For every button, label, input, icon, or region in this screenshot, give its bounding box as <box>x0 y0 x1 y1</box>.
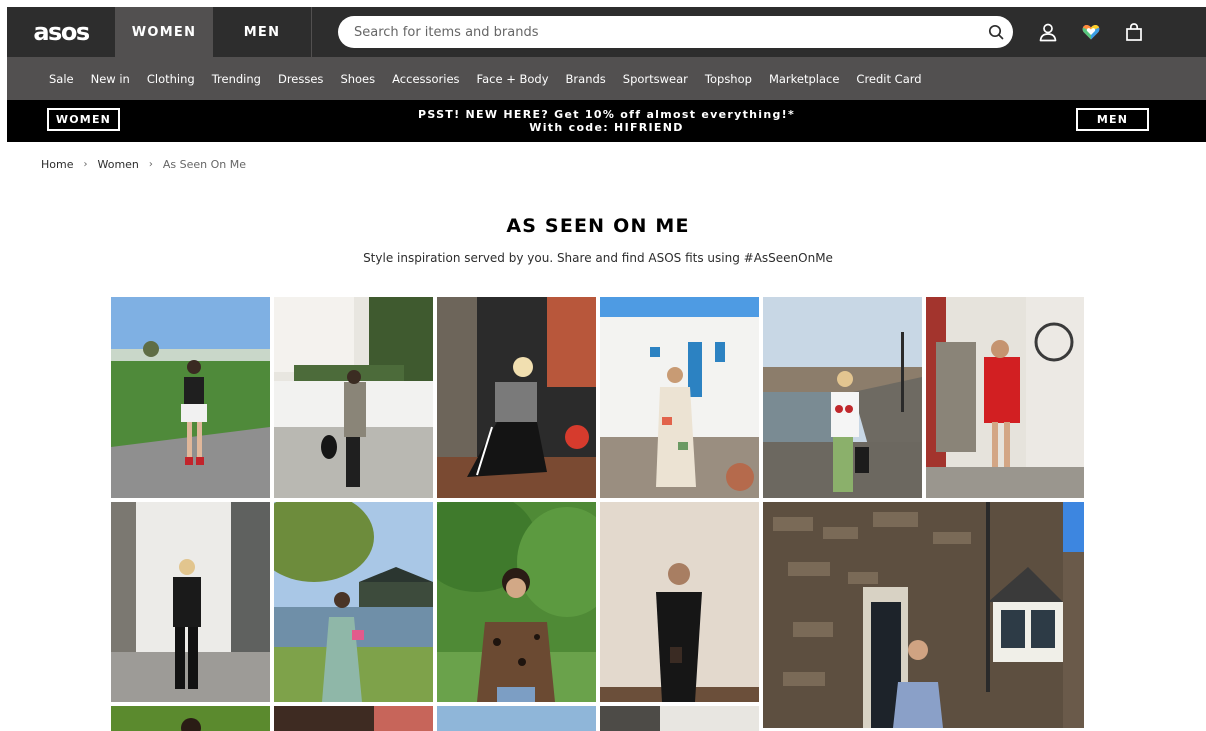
outfit-photo <box>600 297 759 498</box>
nav-item-credit-card[interactable]: Credit Card <box>856 72 921 86</box>
nav-item-sportswear[interactable]: Sportswear <box>623 72 688 86</box>
photo-tile[interactable] <box>274 502 433 702</box>
search-icon[interactable] <box>988 24 1004 40</box>
outfit-photo <box>763 297 922 498</box>
nav-item-brands[interactable]: Brands <box>566 72 606 86</box>
nav-item-accessories[interactable]: Accessories <box>392 72 459 86</box>
promo-men-button[interactable]: MEN <box>1076 108 1149 131</box>
promo-line-2: With code: HIFRIEND <box>529 121 684 134</box>
outfit-photo <box>926 297 1084 498</box>
outfit-photo <box>274 502 433 702</box>
nav-item-sale[interactable]: Sale <box>49 72 74 86</box>
outfit-photo <box>111 706 270 731</box>
outfit-photo <box>437 706 596 731</box>
nav-item-trending[interactable]: Trending <box>212 72 261 86</box>
nav-item-marketplace[interactable]: Marketplace <box>769 72 839 86</box>
search-bar <box>338 16 1013 48</box>
outfit-photo <box>111 502 270 702</box>
photo-tile[interactable] <box>111 706 270 731</box>
breadcrumb-women[interactable]: Women <box>97 158 138 171</box>
nav-item-dresses[interactable]: Dresses <box>278 72 323 86</box>
breadcrumb-chevron-icon: › <box>148 159 153 170</box>
outfit-photo <box>600 502 759 702</box>
breadcrumb: Home › Women › As Seen On Me <box>41 158 246 171</box>
outfit-photo <box>437 297 596 498</box>
outfit-photo <box>274 297 433 498</box>
photo-tile[interactable] <box>437 706 596 731</box>
promo-line-1: PSST! NEW HERE? Get 10% off almost every… <box>417 108 796 121</box>
breadcrumb-chevron-icon: › <box>83 159 88 170</box>
outfit-photo <box>274 706 433 731</box>
search-input[interactable] <box>352 23 976 41</box>
tab-women[interactable]: WOMEN <box>115 7 213 57</box>
photo-tile[interactable] <box>600 297 759 498</box>
page-title: AS SEEN ON ME <box>506 215 690 237</box>
top-header: asos WOMEN MEN <box>7 7 1206 57</box>
header-divider <box>311 7 312 57</box>
outfit-photo <box>763 502 1084 728</box>
breadcrumb-current: As Seen On Me <box>162 158 247 171</box>
photo-tile[interactable] <box>437 502 596 702</box>
nav-item-face-body[interactable]: Face + Body <box>477 72 549 86</box>
photo-tile[interactable] <box>437 297 596 498</box>
photo-tile[interactable] <box>926 297 1084 498</box>
promo-banner[interactable]: WOMEN PSST! NEW HERE? Get 10% off almost… <box>7 100 1206 142</box>
nav-item-new-in[interactable]: New in <box>91 72 130 86</box>
photo-tile[interactable] <box>111 502 270 702</box>
photo-tile[interactable] <box>600 706 759 731</box>
photo-tile[interactable] <box>763 297 922 498</box>
nav-item-clothing[interactable]: Clothing <box>147 72 195 86</box>
asos-logo[interactable]: asos <box>7 7 115 57</box>
tab-men[interactable]: MEN <box>213 7 311 57</box>
site-frame: asos WOMEN MEN Sale N <box>7 7 1206 142</box>
saved-items-heart-icon[interactable] <box>1081 22 1101 42</box>
nav-item-shoes[interactable]: Shoes <box>340 72 375 86</box>
page-subtitle: Style inspiration served by you. Share a… <box>363 251 833 265</box>
photo-tile[interactable] <box>763 502 1084 728</box>
outfit-photo <box>437 502 596 702</box>
outfit-photo <box>600 706 759 731</box>
photo-tile[interactable] <box>111 297 270 498</box>
breadcrumb-home[interactable]: Home <box>41 158 73 171</box>
bag-icon[interactable] <box>1124 22 1144 42</box>
nav-item-topshop[interactable]: Topshop <box>705 72 752 86</box>
photo-tile[interactable] <box>274 706 433 731</box>
category-nav: Sale New in Clothing Trending Dresses Sh… <box>7 57 1206 100</box>
photo-tile[interactable] <box>600 502 759 702</box>
account-icon[interactable] <box>1038 22 1058 42</box>
outfit-photo <box>111 297 270 498</box>
promo-message: PSST! NEW HERE? Get 10% off almost every… <box>7 108 1206 134</box>
photo-tile[interactable] <box>274 297 433 498</box>
